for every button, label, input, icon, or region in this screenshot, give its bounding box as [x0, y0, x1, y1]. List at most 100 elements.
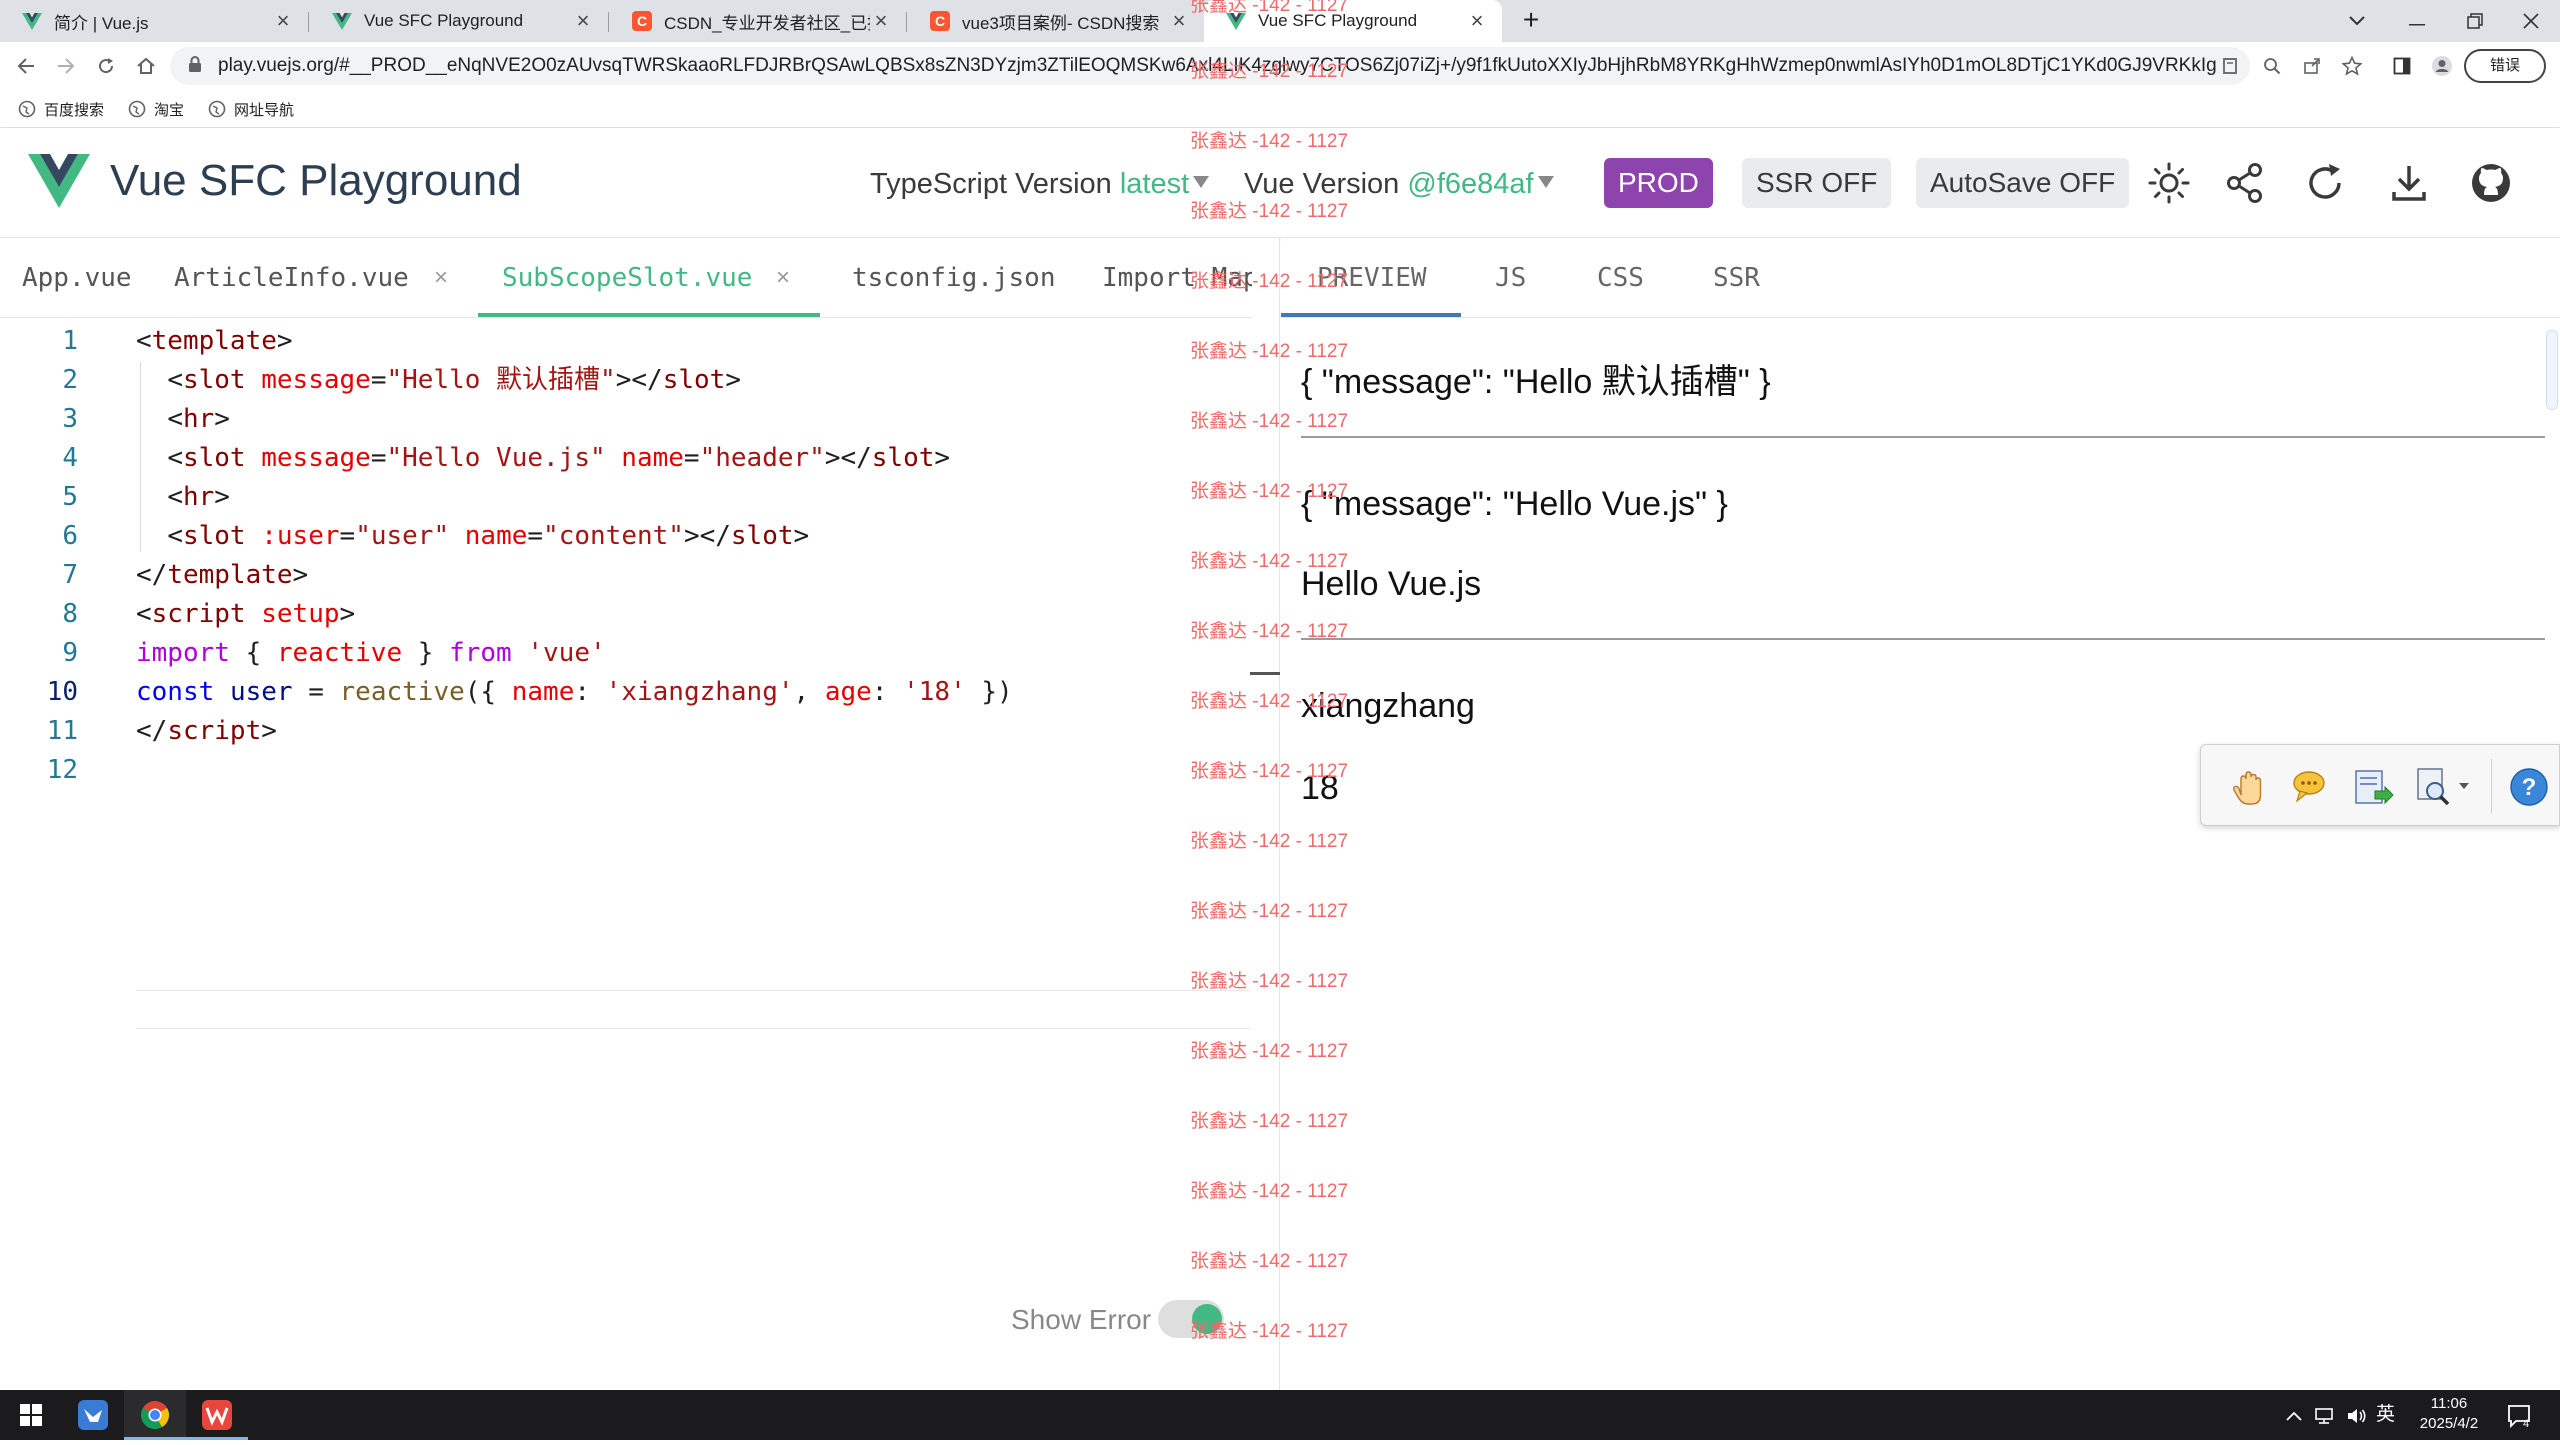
code-line: <slot :user="user" name="content"></slot… [167, 521, 810, 551]
bookmark-star-icon[interactable] [2336, 50, 2368, 82]
browser-tab-csdn[interactable]: C CSDN_专业开发者社区_已接入D × [610, 0, 906, 42]
taskbar-app-feishu[interactable] [62, 1390, 124, 1440]
line-number: 7 [62, 560, 78, 590]
comment-icon[interactable] [2289, 765, 2333, 809]
close-icon[interactable]: × [870, 8, 892, 34]
zoom-icon[interactable] [2256, 50, 2288, 82]
close-icon[interactable]: × [1168, 8, 1190, 34]
back-arrow-icon[interactable] [8, 48, 44, 84]
code-editor[interactable]: 1 2 3 4 5 6 7 8 9 10 11 12 <template> <s… [0, 318, 1252, 1390]
code-line: <hr> [167, 404, 230, 434]
vue-version-select[interactable]: Vue Version @f6e84af [1244, 164, 1534, 204]
ssr-toggle-button[interactable]: SSR OFF [1742, 158, 1892, 208]
globe-icon [18, 100, 36, 118]
tab-js[interactable]: JS [1495, 238, 1526, 318]
code-line: import { reactive } from 'vue' [136, 638, 606, 668]
tab-ssr[interactable]: SSR [1713, 238, 1760, 318]
network-icon[interactable] [2314, 1390, 2334, 1440]
restore-icon[interactable] [2446, 0, 2504, 42]
preview-header-slot-text: { "message": "Hello Vue.js" } [1301, 485, 1728, 523]
vue-version-value: @f6e84af [1407, 168, 1534, 200]
notification-count: 4 [2523, 1418, 2529, 1429]
close-icon[interactable]: × [776, 238, 790, 318]
svg-text:C: C [935, 13, 945, 29]
chevron-down-icon[interactable] [1193, 176, 1209, 188]
taskbar-clock[interactable]: 11:06 2025/4/2 [2394, 1394, 2504, 1434]
taskbar-app-wps[interactable] [186, 1390, 248, 1440]
vue-favicon-icon [332, 13, 352, 30]
browser-tab-title: CSDN_专业开发者社区_已接入D [664, 13, 870, 33]
preview-scrollbar[interactable] [2546, 330, 2558, 410]
export-document-icon[interactable] [2351, 765, 2395, 809]
chrome-icon [141, 1401, 169, 1429]
github-icon[interactable] [2468, 160, 2514, 206]
forward-arrow-icon[interactable] [48, 48, 84, 84]
browser-tab-vuejs-intro[interactable]: 简介 | Vue.js × [0, 0, 308, 42]
bookmark-taobao[interactable]: 淘宝 [128, 90, 184, 128]
reload-icon[interactable] [2302, 160, 2348, 206]
tab-app-vue[interactable]: App.vue [22, 238, 132, 318]
watermark: 张鑫达 -142 - 1127 [1190, 1251, 1349, 1272]
taskbar-app-chrome[interactable] [124, 1390, 186, 1440]
close-icon[interactable]: × [1466, 8, 1488, 34]
output-tabs: PREVIEW JS CSS SSR [1281, 238, 2560, 318]
close-icon[interactable]: × [572, 8, 594, 34]
notification-center-icon[interactable]: 4 [2506, 1390, 2532, 1440]
tab-search-chevron-icon[interactable] [2328, 0, 2386, 42]
new-tab-button[interactable]: + [1503, 0, 1559, 42]
browser-tab-playground-1[interactable]: Vue SFC Playground × [310, 0, 608, 42]
minimize-icon[interactable] [2388, 0, 2446, 42]
active-tab-indicator [478, 313, 820, 317]
bookmark-baidu[interactable]: 百度搜索 [18, 90, 104, 128]
side-panel-icon[interactable] [2386, 50, 2418, 82]
line-number: 2 [62, 365, 78, 395]
ime-indicator[interactable]: 英 [2376, 1390, 2395, 1440]
lock-icon [189, 56, 201, 72]
code-line: <hr> [167, 482, 230, 512]
hand-icon[interactable] [2227, 765, 2271, 809]
preview-default-slot-text: { "message": "Hello 默认插槽" } [1301, 363, 1771, 401]
share-icon[interactable] [2222, 160, 2268, 206]
tab-tsconfig-json[interactable]: tsconfig.json [852, 238, 1056, 318]
editor-file-tabs: App.vue ArticleInfo.vue × SubScopeSlot.v… [0, 238, 1259, 318]
theme-sun-icon[interactable] [2146, 160, 2192, 206]
show-error-label: Show Error [1011, 1304, 1152, 1335]
splitter-handle[interactable] [1250, 672, 1280, 675]
share-page-icon[interactable] [2296, 50, 2328, 82]
copy-page-icon[interactable] [2214, 50, 2246, 82]
profile-avatar-icon[interactable] [2426, 50, 2458, 82]
autosave-toggle-button[interactable]: AutoSave OFF [1916, 158, 2130, 208]
watermark: 张鑫达 -142 - 1127 [1190, 61, 1349, 82]
clock-date: 2025/4/2 [2419, 1415, 2479, 1432]
window-close-icon[interactable] [2502, 0, 2560, 42]
zoom-document-icon[interactable] [2413, 765, 2457, 809]
watermark: 张鑫达 -142 - 1127 [1190, 971, 1349, 992]
tab-subscopeslot-vue[interactable]: SubScopeSlot.vue [502, 238, 752, 318]
tray-chevron-up-icon[interactable] [2286, 1390, 2302, 1440]
typescript-version-select[interactable]: TypeScript Version latest [870, 164, 1189, 204]
chevron-down-icon[interactable] [2459, 783, 2469, 791]
start-button[interactable] [0, 1390, 62, 1440]
error-button[interactable]: 错误 [2464, 49, 2546, 83]
watermark: 张鑫达 -142 - 1127 [1190, 1111, 1349, 1132]
reload-icon[interactable] [88, 48, 124, 84]
close-icon[interactable]: × [272, 8, 294, 34]
line-number: 9 [62, 638, 78, 668]
tab-articleinfo-vue[interactable]: ArticleInfo.vue [174, 238, 409, 318]
download-icon[interactable] [2386, 160, 2432, 206]
floating-annotation-toolbar: ? [2200, 744, 2560, 826]
close-icon[interactable]: × [434, 238, 448, 318]
line-number: 8 [62, 599, 78, 629]
code-line: <slot message="Hello 默认插槽"></slot> [167, 365, 741, 395]
bookmark-nav[interactable]: 网址导航 [208, 90, 294, 128]
volume-icon[interactable] [2346, 1390, 2368, 1440]
home-icon[interactable] [128, 48, 164, 84]
help-icon[interactable]: ? [2507, 765, 2551, 809]
browser-tab-csdn-search[interactable]: C vue3项目案例- CSDN搜索 × [908, 0, 1204, 42]
prod-toggle-button[interactable]: PROD [1604, 158, 1713, 208]
watermark: 张鑫达 -142 - 1127 [1190, 621, 1349, 642]
chevron-down-icon[interactable] [1538, 176, 1554, 188]
line-number: 12 [46, 755, 78, 785]
feishu-icon [78, 1400, 108, 1430]
tab-css[interactable]: CSS [1597, 238, 1644, 318]
